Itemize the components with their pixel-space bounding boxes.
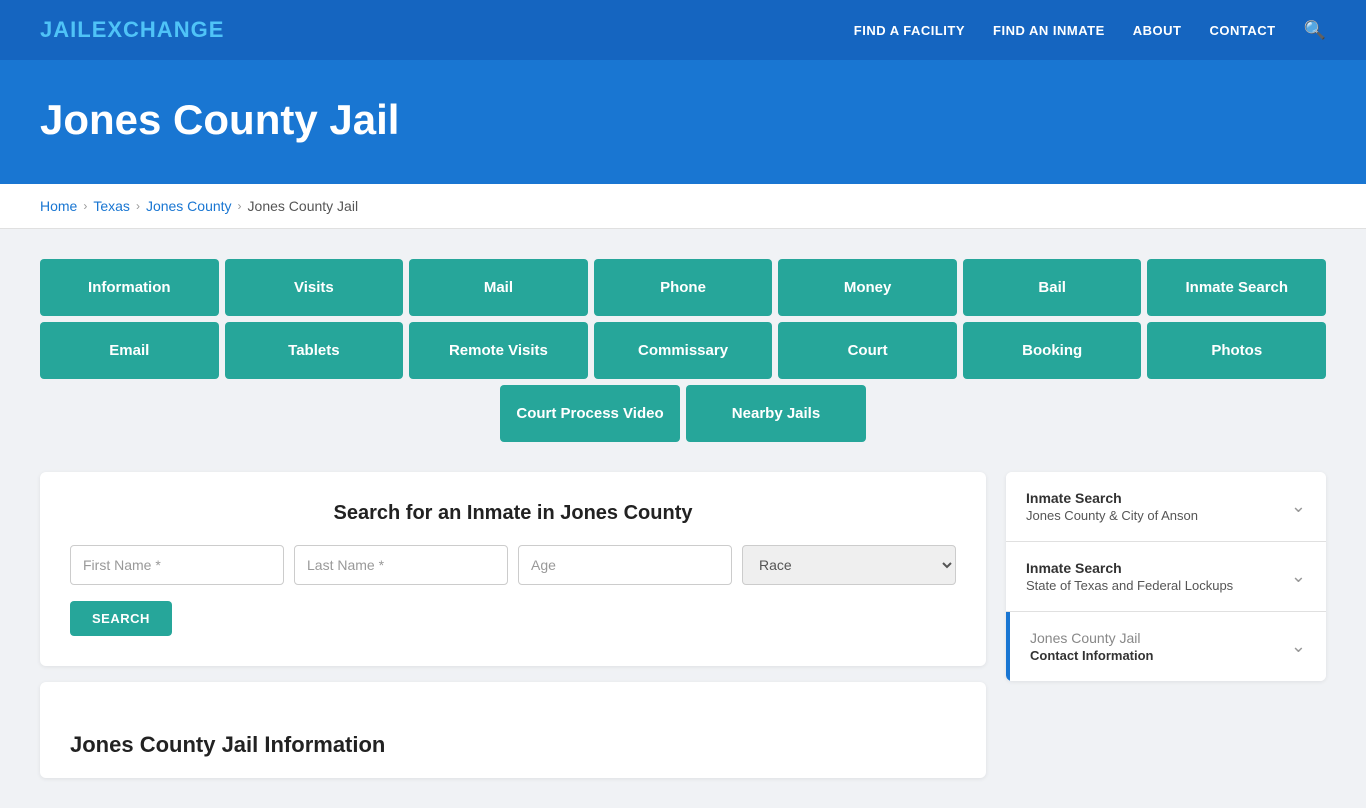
breadcrumb-current: Jones County Jail [248, 198, 359, 214]
btn-photos[interactable]: Photos [1147, 322, 1326, 379]
breadcrumb-sep-1: › [83, 199, 87, 213]
breadcrumb-home[interactable]: Home [40, 198, 77, 214]
site-logo[interactable]: JAILEXCHANGE [40, 17, 224, 43]
page-body: Information Visits Mail Phone Money Bail… [0, 229, 1366, 808]
navbar-links: FIND A FACILITY FIND AN INMATE ABOUT CON… [854, 20, 1326, 41]
btn-booking[interactable]: Booking [963, 322, 1142, 379]
nav-find-inmate[interactable]: FIND AN INMATE [993, 23, 1105, 38]
btn-inmate-search[interactable]: Inmate Search [1147, 259, 1326, 316]
first-name-input[interactable] [70, 545, 284, 585]
breadcrumb-texas[interactable]: Texas [93, 198, 130, 214]
chevron-down-icon-3: ⌄ [1291, 636, 1306, 657]
search-fields: Race White Black Hispanic Asian Other [70, 545, 956, 585]
sidebar-item-inmate-search-local[interactable]: Inmate Search Jones County & City of Ans… [1006, 472, 1326, 542]
nav-buttons-grid: Information Visits Mail Phone Money Bail… [40, 259, 1326, 442]
breadcrumb-bar: Home › Texas › Jones County › Jones Coun… [0, 184, 1366, 229]
btn-court[interactable]: Court [778, 322, 957, 379]
sidebar-item-inmate-search-state[interactable]: Inmate Search State of Texas and Federal… [1006, 542, 1326, 612]
nav-buttons-row2: Email Tablets Remote Visits Commissary C… [40, 322, 1326, 379]
hero-banner: Jones County Jail [0, 60, 1366, 184]
sidebar-label-2: Inmate Search [1026, 560, 1233, 576]
btn-money[interactable]: Money [778, 259, 957, 316]
btn-bail[interactable]: Bail [963, 259, 1142, 316]
nav-buttons-row3: Court Process Video Nearby Jails [40, 385, 1326, 442]
search-panel: Search for an Inmate in Jones County Rac… [40, 472, 986, 666]
search-icon[interactable]: 🔍 [1304, 20, 1326, 41]
search-panel-title: Search for an Inmate in Jones County [70, 502, 956, 525]
navbar: JAILEXCHANGE FIND A FACILITY FIND AN INM… [0, 0, 1366, 60]
page-title: Jones County Jail [40, 96, 1326, 144]
section-title: Jones County Jail Information [70, 722, 956, 758]
btn-commissary[interactable]: Commissary [594, 322, 773, 379]
search-button[interactable]: SEARCH [70, 601, 172, 636]
nav-contact[interactable]: CONTACT [1209, 23, 1275, 38]
btn-information[interactable]: Information [40, 259, 219, 316]
race-select[interactable]: Race White Black Hispanic Asian Other [742, 545, 956, 585]
btn-court-process-video[interactable]: Court Process Video [500, 385, 680, 442]
sidebar-sub-3: Contact Information [1030, 648, 1154, 663]
last-name-input[interactable] [294, 545, 508, 585]
btn-mail[interactable]: Mail [409, 259, 588, 316]
sidebar-item-contact-info[interactable]: Jones County Jail Contact Information ⌄ [1006, 612, 1326, 681]
logo-part2: EXCHANGE [92, 17, 225, 42]
sidebar-sub-2: State of Texas and Federal Lockups [1026, 578, 1233, 593]
age-input[interactable] [518, 545, 732, 585]
nav-about[interactable]: ABOUT [1133, 23, 1182, 38]
nav-find-facility[interactable]: FIND A FACILITY [854, 23, 965, 38]
nav-buttons-row1: Information Visits Mail Phone Money Bail… [40, 259, 1326, 316]
btn-remote-visits[interactable]: Remote Visits [409, 322, 588, 379]
sidebar-label-3: Jones County Jail [1030, 630, 1154, 646]
logo-part1: JAIL [40, 17, 92, 42]
btn-nearby-jails[interactable]: Nearby Jails [686, 385, 866, 442]
btn-visits[interactable]: Visits [225, 259, 404, 316]
btn-email[interactable]: Email [40, 322, 219, 379]
sidebar: Inmate Search Jones County & City of Ans… [1006, 472, 1326, 681]
breadcrumb-sep-2: › [136, 199, 140, 213]
breadcrumb: Home › Texas › Jones County › Jones Coun… [40, 198, 1326, 214]
breadcrumb-jones-county[interactable]: Jones County [146, 198, 232, 214]
sidebar-label-1: Inmate Search [1026, 490, 1198, 506]
breadcrumb-sep-3: › [238, 199, 242, 213]
sidebar-sub-1: Jones County & City of Anson [1026, 508, 1198, 523]
chevron-down-icon-1: ⌄ [1291, 496, 1306, 517]
chevron-down-icon-2: ⌄ [1291, 566, 1306, 587]
content-area: Search for an Inmate in Jones County Rac… [40, 472, 1326, 778]
btn-phone[interactable]: Phone [594, 259, 773, 316]
btn-tablets[interactable]: Tablets [225, 322, 404, 379]
